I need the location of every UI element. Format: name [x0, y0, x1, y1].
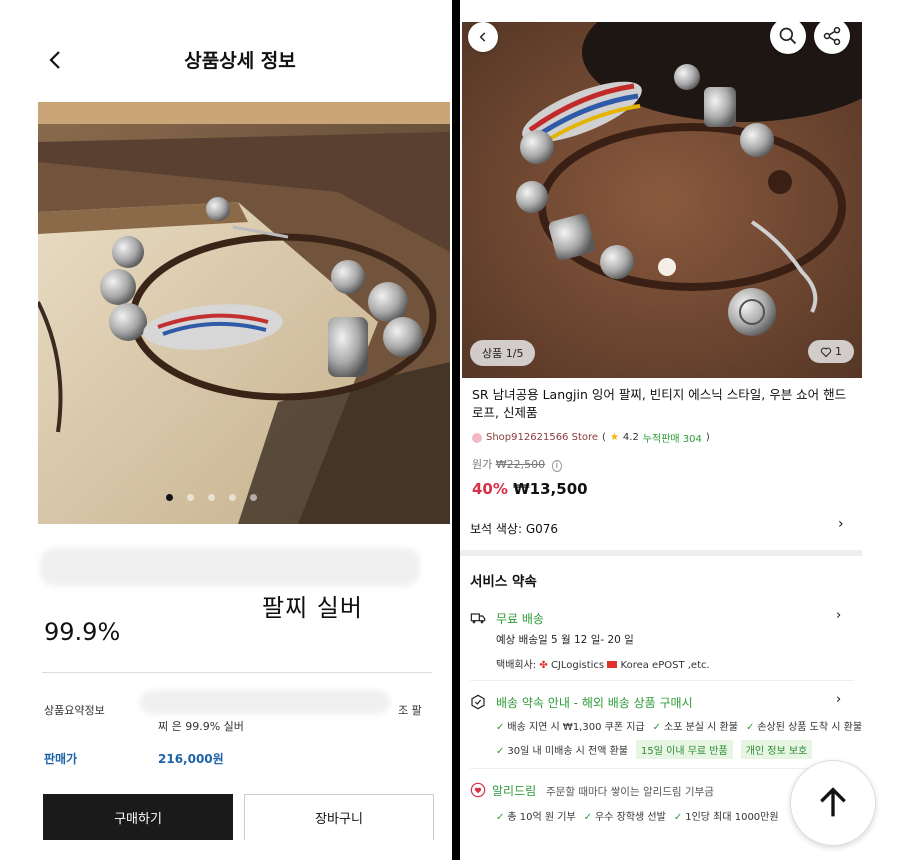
price-value: 216,000원: [158, 752, 224, 766]
product-image[interactable]: [462, 22, 862, 378]
store-info[interactable]: Shop912621566 Store ( ★ 4.2 누적판매 304 ): [472, 430, 710, 445]
product-name: 팔찌 실버: [262, 594, 363, 622]
redacted-area: [40, 548, 420, 586]
current-price: ₩13,500: [513, 480, 588, 498]
cj-logo-icon: ✤: [539, 660, 548, 671]
screen-separator: [452, 0, 460, 860]
right-screen: 상품 1/5 1 SR 남녀공용 Langjin 잉어 팔찌, 빈티지 에스닉 …: [460, 22, 862, 860]
product-title: SR 남녀공용 Langjin 잉어 팔찌, 빈티지 에스닉 스타일, 우븐 쇼…: [472, 387, 847, 420]
free-return-badge: 15일 이내 무료 반품: [636, 740, 733, 759]
carousel-dots[interactable]: [166, 494, 257, 501]
image-counter-badge: 상품 1/5: [470, 340, 536, 366]
bracelet-photo-illustration: [462, 22, 862, 378]
service-title: 서비스 약속: [470, 574, 537, 590]
chevron-right-icon[interactable]: ›: [838, 516, 844, 532]
carrier-label: 택배회사:: [496, 660, 537, 671]
promise-tags-row-2: ✓ 30일 내 미배송 시 전액 환불 15일 이내 무료 반품 개인 정보 보호: [496, 740, 813, 759]
carrier-2: Korea ePOST ,etc.: [620, 660, 710, 671]
promise-tags-row-1: ✓ 배송 지연 시 ₩1,300 쿠폰 지급 ✓ 소포 분실 시 환불 ✓ 손상된 상…: [496, 718, 862, 733]
carousel-dot[interactable]: [229, 494, 236, 501]
product-purity: 99.9%: [44, 618, 121, 646]
ali-dream-title: 알리드림: [492, 784, 537, 798]
divider: [470, 768, 854, 769]
arrow-up-icon: [820, 787, 846, 817]
bracelet-photo-illustration: [38, 102, 450, 524]
privacy-badge: 개인 정보 보호: [740, 740, 813, 759]
buy-button[interactable]: 구매하기: [43, 794, 233, 840]
store-icon: [472, 432, 482, 443]
ali-dream-row[interactable]: 알리드림 주문할 때마다 쌓이는 알리드림 기부금: [492, 782, 714, 799]
heart-coin-icon: [470, 782, 486, 798]
back-button[interactable]: [468, 22, 498, 52]
share-icon: [823, 26, 841, 46]
dream-tag: ✓ 총 10억 원 기부: [496, 812, 576, 823]
carrier-1: CJLogistics: [550, 660, 605, 671]
truck-icon: [470, 613, 486, 624]
price-label: 판매가: [44, 752, 78, 766]
back-icon: [479, 32, 486, 42]
like-count: 1: [835, 345, 842, 358]
free-shipping-title[interactable]: 무료 배송: [496, 610, 544, 627]
summary-text: 찌 은 99.9% 실버: [158, 720, 244, 733]
promise-tag: ✓ 손상된 상품 도착 시 환불: [745, 722, 862, 733]
page: 상품상세 정보 팔찌 실버 99.9% 상품요약정보 조 팔 찌 은 99.9%…: [0, 0, 900, 860]
like-button[interactable]: 1: [808, 340, 854, 363]
store-name[interactable]: Shop912621566 Store: [486, 432, 598, 443]
ali-dream-subtitle: 주문할 때마다 쌓이는 알리드림 기부금: [546, 786, 714, 798]
star-icon: ★: [609, 432, 619, 443]
original-price: 원가 ₩22,500 i: [472, 456, 563, 472]
divider: [470, 680, 854, 681]
original-price-value: ₩22,500: [495, 458, 546, 471]
ali-dream-tags: ✓ 총 10억 원 기부 ✓ 우수 장학생 선발 ✓ 1인당 최대 1000만원: [496, 808, 779, 823]
store-paren: (: [602, 432, 606, 443]
carousel-dot[interactable]: [166, 494, 173, 501]
store-sales: 누적판매 304: [642, 434, 702, 445]
divider: [42, 672, 432, 673]
discount-percent: 40%: [472, 480, 508, 498]
store-paren: ): [705, 432, 710, 443]
promise-tag: ✓ 30일 내 미배송 시 전액 환불: [496, 746, 629, 757]
dream-tag: ✓ 1인당 최대 1000만원: [673, 812, 779, 823]
search-icon: [779, 27, 797, 45]
carrier-info: 택배회사: ✤ CJLogistics Korea ePOST ,etc.: [496, 656, 710, 671]
cart-button[interactable]: 장바구니: [244, 794, 434, 840]
sale-price: 40% ₩13,500: [472, 480, 588, 498]
promise-tag: ✓ 소포 분실 시 환불: [652, 722, 738, 733]
store-rating: 4.2: [622, 432, 639, 443]
heart-icon: [820, 347, 832, 357]
epost-logo-icon: [607, 661, 618, 668]
section-gap: [460, 550, 862, 556]
promise-tag: ✓ 배송 지연 시 ₩1,300 쿠폰 지급: [496, 722, 645, 733]
carousel-dot[interactable]: [187, 494, 194, 501]
page-title: 상품상세 정보: [184, 50, 296, 72]
summary-label: 상품요약정보: [44, 704, 105, 717]
delivery-promise-title[interactable]: 배송 약속 안내 - 해외 배송 상품 구매시: [496, 694, 693, 711]
info-icon[interactable]: i: [551, 460, 563, 472]
delivery-eta: 예상 배송일 5 월 12 일- 20 일: [496, 634, 634, 646]
carousel-dot[interactable]: [208, 494, 215, 501]
scroll-to-top-button[interactable]: [790, 760, 876, 846]
chevron-right-icon[interactable]: ›: [836, 692, 841, 707]
shield-icon: [471, 694, 485, 710]
option-selector-label: 보석 색상: G076: [470, 522, 559, 536]
carousel-dot[interactable]: [250, 494, 257, 501]
redacted-area: [140, 690, 390, 714]
dream-tag: ✓ 우수 장학생 선발: [583, 812, 666, 823]
left-screen: 상품상세 정보 팔찌 실버 99.9% 상품요약정보 조 팔 찌 은 99.9%…: [0, 0, 452, 860]
chevron-right-icon[interactable]: ›: [836, 608, 841, 623]
summary-text-end: 조 팔: [398, 704, 422, 717]
original-price-label: 원가: [472, 458, 493, 471]
product-image[interactable]: [38, 102, 450, 524]
